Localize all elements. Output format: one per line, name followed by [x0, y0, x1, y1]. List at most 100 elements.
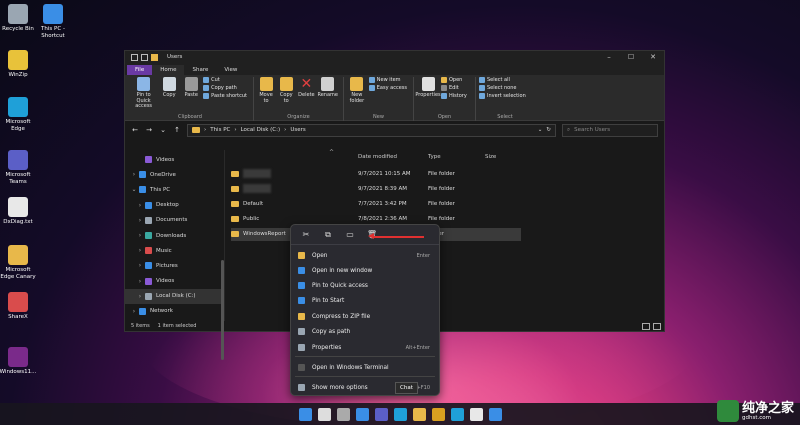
nav-item[interactable]: › Pictures [125, 258, 224, 273]
breadcrumb-users[interactable]: Users [290, 127, 305, 133]
quick-access-undo-icon[interactable] [141, 53, 148, 61]
tiles-view-icon[interactable] [653, 322, 661, 330]
chevron-icon[interactable]: › [129, 308, 139, 315]
chevron-icon[interactable]: › [135, 217, 145, 224]
chevron-icon[interactable]: ⌄ [129, 186, 139, 193]
context-menu-item[interactable]: Copy as path [295, 325, 435, 338]
context-menu-item[interactable]: Open in Windows Terminal [295, 361, 435, 374]
nav-scrollbar[interactable] [221, 260, 224, 360]
chevron-icon[interactable]: › [129, 171, 139, 178]
quick-access-save-icon[interactable] [131, 53, 138, 61]
close-icon[interactable]: ✕ [642, 51, 664, 63]
nav-item[interactable]: ⌄ This PC [125, 182, 224, 197]
breadcrumb-this-pc[interactable]: This PC [210, 127, 230, 133]
desktop-icon[interactable]: Microsoft Edge [0, 97, 37, 132]
taskbar-app-icon[interactable] [412, 407, 426, 421]
maximize-icon[interactable]: ☐ [620, 51, 642, 63]
refresh-icon[interactable]: ↻ [546, 127, 551, 133]
context-menu-item[interactable]: Open Enter [295, 249, 435, 262]
paste-shortcut-button[interactable]: Paste shortcut [203, 93, 247, 99]
rename-icon[interactable]: ▭ [345, 230, 355, 240]
desktop-icon[interactable]: DxDiag.txt [0, 197, 37, 226]
nav-item[interactable]: › Desktop [125, 198, 224, 213]
chevron-icon[interactable]: › [135, 293, 145, 300]
invert-selection-button[interactable]: Invert selection [479, 93, 526, 99]
open-button[interactable]: Open [441, 77, 467, 83]
chevron-icon[interactable]: › [135, 278, 145, 285]
new-folder-button[interactable]: New folder [347, 77, 367, 104]
taskbar-app-icon[interactable] [374, 407, 388, 421]
nav-item[interactable]: › OneDrive [125, 167, 224, 182]
back-arrow-icon[interactable]: ← [131, 126, 139, 134]
file-row[interactable]: 9/7/2021 10:15 AM File folder [231, 167, 521, 180]
move-to-button[interactable]: Move to [257, 77, 275, 104]
desktop-icon[interactable]: This PC - Shortcut [34, 4, 72, 39]
cut-button[interactable]: Cut [203, 77, 247, 83]
taskbar-app-icon[interactable] [469, 407, 483, 421]
desktop-icon[interactable]: Microsoft Teams [0, 150, 37, 185]
delete-button[interactable]: ✕ Delete [297, 77, 315, 99]
details-view-icon[interactable] [642, 322, 650, 330]
nav-item[interactable]: › Videos [125, 274, 224, 289]
nav-item[interactable]: › Music [125, 243, 224, 258]
taskbar-app-icon[interactable] [431, 407, 445, 421]
tab-share[interactable]: Share [184, 65, 216, 75]
copy-icon[interactable]: ⧉ [323, 230, 333, 240]
minimize-icon[interactable]: – [598, 51, 620, 63]
column-type[interactable]: Type [428, 154, 441, 160]
recent-chevron-icon[interactable]: ⌄ [159, 126, 167, 134]
nav-item[interactable]: Videos [125, 152, 224, 167]
desktop-icon[interactable]: ShareX [0, 292, 37, 321]
address-dropdown-icon[interactable]: ⌄ [538, 127, 543, 133]
easy-access-button[interactable]: Easy access [368, 85, 407, 91]
taskbar-app-icon[interactable] [355, 407, 369, 421]
copy-to-button[interactable]: Copy to [277, 77, 295, 104]
file-row[interactable]: 9/7/2021 8:39 AM File folder [231, 182, 521, 195]
taskbar-app-icon[interactable] [488, 407, 502, 421]
file-row[interactable]: Default 7/7/2021 3:42 PM File folder [231, 197, 521, 210]
history-button[interactable]: History [441, 93, 467, 99]
forward-arrow-icon[interactable]: → [145, 126, 153, 134]
cut-icon[interactable]: ✂ [301, 230, 311, 240]
column-date[interactable]: Date modified [358, 154, 397, 160]
select-all-button[interactable]: Select all [479, 77, 526, 83]
chevron-icon[interactable]: › [135, 202, 145, 209]
nav-item[interactable]: › Local Disk (C:) [125, 288, 224, 304]
tab-view[interactable]: View [216, 65, 245, 75]
search-input[interactable]: ⌕ Search Users [562, 123, 658, 137]
title-bar[interactable]: Users – ☐ ✕ [125, 51, 664, 63]
properties-button[interactable]: Properties [415, 77, 441, 99]
nav-item[interactable]: › Network [125, 304, 224, 319]
breadcrumb-local-disk[interactable]: Local Disk (C:) [241, 127, 281, 133]
new-item-button[interactable]: New item [368, 77, 407, 83]
context-menu-item[interactable]: Pin to Quick access [295, 279, 435, 292]
address-bar[interactable]: › This PC › Local Disk (C:) › Users ⌄ ↻ [187, 123, 556, 137]
desktop-icon[interactable]: Microsoft Edge Canary [0, 245, 37, 280]
nav-item[interactable]: › Documents [125, 213, 224, 228]
context-menu-item[interactable]: Pin to Start [295, 294, 435, 307]
tab-file[interactable]: File [127, 65, 153, 75]
edit-button[interactable]: Edit [441, 85, 467, 91]
taskbar-app-icon[interactable] [317, 407, 331, 421]
taskbar-app-icon[interactable] [450, 407, 464, 421]
desktop-icon[interactable]: Windows11... [0, 347, 37, 376]
copy-path-button[interactable]: Copy path [203, 85, 247, 91]
chevron-icon[interactable]: › [135, 247, 145, 254]
taskbar-app-icon[interactable] [336, 407, 350, 421]
nav-item[interactable]: › Downloads [125, 228, 224, 243]
chevron-icon[interactable]: › [135, 232, 145, 239]
column-size[interactable]: Size [485, 154, 496, 160]
copy-button[interactable]: Copy [159, 77, 179, 99]
rename-button[interactable]: Rename [317, 77, 338, 99]
select-none-button[interactable]: Select none [479, 85, 526, 91]
context-menu-item[interactable]: Open in new window [295, 264, 435, 277]
taskbar-app-icon[interactable] [298, 407, 312, 421]
context-menu-item[interactable]: Properties Alt+Enter [295, 341, 435, 354]
up-arrow-icon[interactable]: ↑ [173, 126, 181, 134]
context-menu-item[interactable]: Compress to ZIP file [295, 310, 435, 323]
chevron-icon[interactable]: › [135, 262, 145, 269]
desktop-icon[interactable]: WinZip [0, 50, 37, 79]
tab-home[interactable]: Home [152, 65, 185, 75]
taskbar-app-icon[interactable] [393, 407, 407, 421]
paste-button[interactable]: Paste [181, 77, 201, 99]
